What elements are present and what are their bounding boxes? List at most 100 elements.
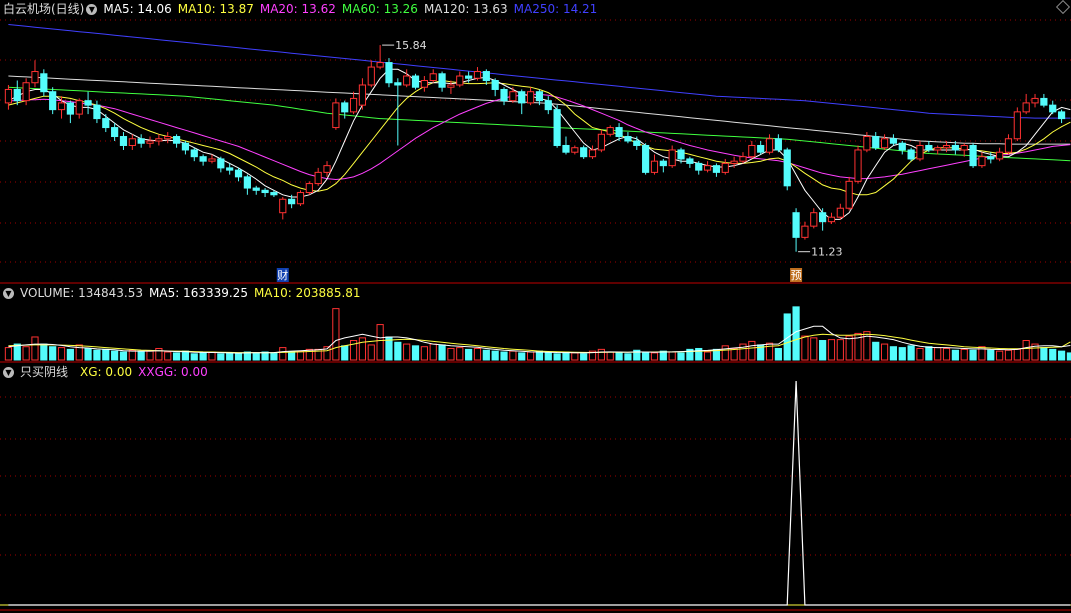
volume-bar bbox=[677, 352, 685, 361]
candle-body bbox=[934, 147, 942, 151]
candle-body bbox=[730, 160, 738, 164]
indicator-collapse-toggle-icon[interactable]: ▼ bbox=[3, 367, 14, 378]
candle-body bbox=[819, 212, 827, 223]
indicator-chart[interactable] bbox=[0, 363, 1071, 613]
volume-bar bbox=[571, 352, 579, 361]
indicator-panel[interactable]: ▼ 只买阴线 XG: 0.00 XXGG: 0.00 bbox=[0, 363, 1071, 613]
volume-bar bbox=[199, 352, 207, 361]
volume-panel[interactable]: ▼ VOLUME: 134843.53 MA5: 163339.25 MA10: 20… bbox=[0, 284, 1071, 363]
volume-bar bbox=[526, 351, 535, 361]
candle-body bbox=[969, 144, 977, 167]
volume-bar bbox=[119, 351, 128, 361]
candle-body bbox=[403, 75, 411, 86]
candle-body bbox=[234, 169, 243, 178]
candle-body bbox=[898, 142, 906, 151]
candle-body bbox=[31, 71, 39, 84]
volume-bar bbox=[367, 344, 375, 361]
volume-bar bbox=[226, 352, 234, 361]
candle-body bbox=[827, 216, 836, 223]
candlestick-chart[interactable]: 15.84 11.23 财 预 bbox=[0, 0, 1071, 284]
volume-ma10-label: MA10: 203885.81 bbox=[253, 286, 361, 300]
candle-body bbox=[93, 104, 101, 120]
candle-body bbox=[925, 144, 933, 151]
volume-bar bbox=[288, 351, 296, 361]
volume-bar bbox=[128, 349, 136, 361]
volume-bar bbox=[801, 335, 809, 361]
volume-bar bbox=[615, 352, 623, 361]
candle-body bbox=[226, 167, 234, 171]
ma60-label: MA60: 13.26 bbox=[341, 2, 418, 16]
volume-bar bbox=[642, 351, 650, 361]
candle-body bbox=[553, 109, 561, 146]
candle-body bbox=[411, 75, 420, 88]
volume-collapse-toggle-icon[interactable]: ▼ bbox=[3, 288, 14, 299]
candle-body bbox=[978, 156, 986, 167]
volume-bar bbox=[562, 351, 570, 361]
volume-bar bbox=[137, 351, 145, 361]
candle-body bbox=[164, 136, 172, 140]
candle-body bbox=[491, 80, 499, 90]
volume-bar bbox=[668, 351, 676, 361]
volume-bar bbox=[358, 337, 367, 361]
candle-body bbox=[642, 144, 650, 173]
candle-body bbox=[562, 144, 570, 153]
candle-body bbox=[518, 91, 526, 104]
marker-yu: 预 bbox=[791, 269, 802, 282]
candle-body bbox=[668, 149, 676, 167]
volume-bar bbox=[544, 352, 552, 361]
volume-bar bbox=[703, 351, 712, 361]
volume-bar bbox=[456, 347, 464, 361]
volume-bar bbox=[93, 349, 101, 361]
candle-body bbox=[606, 127, 614, 135]
ma20-label: MA20: 13.62 bbox=[259, 2, 336, 16]
candle-body bbox=[22, 82, 30, 102]
candle-body bbox=[526, 91, 535, 104]
candle-body bbox=[845, 180, 853, 209]
candle-body bbox=[323, 165, 331, 173]
indicator-header: ▼ 只买阴线 XG: 0.00 XXGG: 0.00 bbox=[0, 363, 214, 381]
ma10-label: MA10: 13.87 bbox=[177, 2, 254, 16]
ma5-label: MA5: 14.06 bbox=[103, 2, 172, 16]
volume-bar bbox=[208, 351, 216, 361]
price-panel[interactable]: 白云机场(日线) ▼ MA5: 14.06 MA10: 13.87 MA20: 13.6… bbox=[0, 0, 1071, 284]
volume-bar bbox=[49, 346, 57, 361]
volume-bar bbox=[31, 336, 39, 361]
price-header: 白云机场(日线) ▼ MA5: 14.06 MA10: 13.87 MA20: 13.6… bbox=[0, 0, 603, 18]
candle-body bbox=[358, 84, 367, 106]
candle-body bbox=[429, 73, 437, 82]
volume-bar bbox=[190, 353, 198, 361]
volume-bar bbox=[181, 350, 190, 361]
candle-body bbox=[190, 149, 198, 158]
candle-body bbox=[615, 127, 623, 138]
volume-bar bbox=[164, 351, 172, 361]
candle-body bbox=[907, 149, 915, 160]
volume-bar bbox=[916, 347, 924, 361]
volume-bar bbox=[1057, 350, 1066, 361]
candle-body bbox=[66, 102, 74, 115]
candle-body bbox=[765, 138, 774, 153]
volume-bar bbox=[1049, 348, 1057, 361]
candle-body bbox=[243, 176, 251, 189]
volume-bar bbox=[465, 348, 473, 361]
collapse-toggle-icon[interactable]: ▼ bbox=[86, 4, 98, 15]
candle-body bbox=[801, 225, 809, 238]
candle-body bbox=[633, 140, 641, 146]
candle-body bbox=[279, 198, 287, 214]
volume-bar bbox=[889, 346, 898, 361]
candle-body bbox=[916, 144, 924, 160]
candle-body bbox=[677, 149, 685, 160]
volume-bar bbox=[341, 345, 349, 361]
candle-body bbox=[854, 149, 862, 182]
volume-bar bbox=[491, 350, 499, 361]
indicator-name: 只买阴线 bbox=[20, 365, 69, 379]
volume-bar bbox=[500, 351, 508, 361]
candle-body bbox=[349, 97, 358, 113]
volume-bar bbox=[774, 347, 782, 361]
volume-bar bbox=[447, 347, 455, 361]
candle-body bbox=[217, 158, 225, 169]
volume-bar bbox=[473, 347, 482, 361]
candle-body bbox=[199, 156, 207, 162]
volume-bar bbox=[420, 346, 428, 361]
candle-body bbox=[40, 73, 48, 93]
candle-body bbox=[288, 198, 296, 205]
